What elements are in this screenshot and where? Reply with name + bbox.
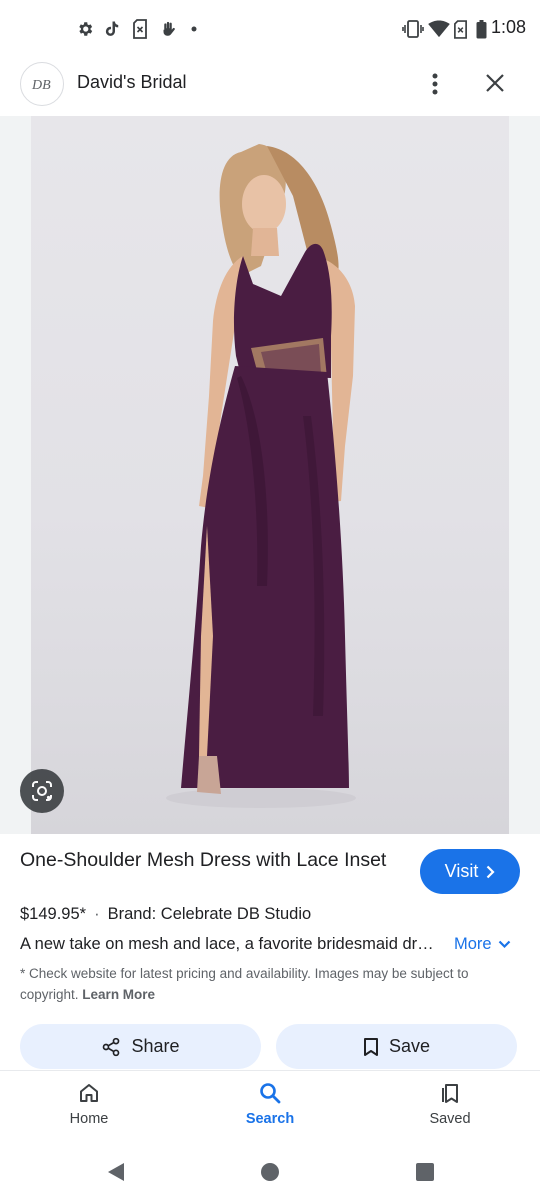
more-button[interactable]: More [454,935,511,954]
tiktok-icon [103,18,121,40]
close-button[interactable] [478,66,512,100]
back-triangle-icon [108,1163,124,1181]
bookmark-icon [363,1037,378,1056]
dress-model-image [166,144,356,808]
vibrate-icon [402,18,424,40]
chevron-down-icon [498,940,510,949]
home-system-button[interactable] [258,1160,282,1184]
gear-icon [76,18,94,40]
share-button[interactable]: Share [20,1024,261,1069]
nav-home[interactable]: Home [39,1081,139,1127]
nav-search-label: Search [245,1111,295,1127]
product-brand: Brand: Celebrate DB Studio [107,905,312,923]
share-label: Share [131,1036,180,1056]
davids-bridal-logo-icon: DB [31,78,51,93]
bookmarks-icon [442,1084,458,1103]
svg-text:DB: DB [31,78,51,93]
wifi-icon [428,18,450,40]
google-lens-icon [32,781,52,801]
save-label: Save [388,1036,431,1056]
no-sim-icon [131,18,149,40]
status-bar: 1:08 [0,0,540,58]
nav-home-label: Home [69,1111,109,1127]
nav-saved-label: Saved [429,1111,471,1127]
google-lens-button[interactable] [20,769,64,813]
recents-button[interactable] [413,1160,437,1184]
battery-icon [475,18,487,40]
site-name[interactable]: David's Bridal [77,72,186,93]
more-label: More [454,935,492,953]
hand-icon [158,18,178,40]
close-icon [486,74,504,92]
chevron-right-icon [487,865,495,878]
no-sim-icon [452,18,468,40]
system-navigation-bar [0,1148,540,1200]
nav-saved[interactable]: Saved [400,1081,500,1127]
search-icon [260,1083,281,1104]
disclaimer-text: * Check website for latest pricing and a… [20,963,520,1005]
nav-search[interactable]: Search [220,1081,320,1127]
home-circle-icon [261,1163,279,1181]
save-button[interactable]: Save [276,1024,517,1069]
product-price: $149.95* [20,905,87,923]
product-title[interactable]: One-Shoulder Mesh Dress with Lace Inset [20,848,400,873]
product-image-area[interactable] [0,116,540,834]
visit-label: Visit [444,861,479,881]
source-header: DB David's Bridal [0,58,540,116]
bottom-navigation: Home Search Saved [0,1070,540,1148]
meta-separator: · [94,905,100,923]
more-options-button[interactable] [420,68,450,100]
share-icon [103,1037,120,1056]
learn-more-link[interactable]: Learn More [82,987,155,1002]
home-icon [80,1084,98,1102]
more-vert-icon [432,73,438,95]
site-favicon[interactable]: DB [20,62,64,106]
status-time: 1:08 [490,17,526,37]
visit-button[interactable]: Visit [420,849,520,894]
dot-icon [190,18,198,40]
back-button[interactable] [104,1160,128,1184]
product-photo [31,116,509,834]
product-description: A new take on mesh and lace, a favorite … [20,935,435,953]
recents-square-icon [416,1163,434,1181]
product-meta: $149.95* · Brand: Celebrate DB Studio [20,905,311,924]
